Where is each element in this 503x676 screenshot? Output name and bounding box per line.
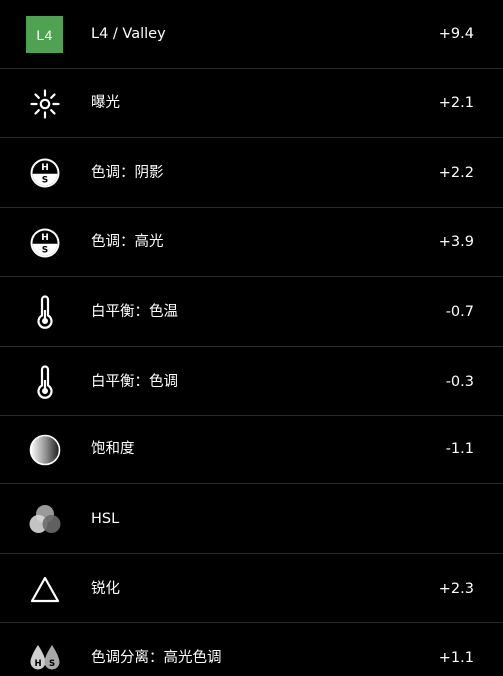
- row-split-toning-highlights[interactable]: H S 色调分离：高光色调 +1.1: [0, 623, 503, 676]
- row-label: 色调：阴影: [91, 165, 164, 181]
- preset-badge: L4: [26, 16, 63, 53]
- row-white-balance-temperature[interactable]: 白平衡：色温 -0.7: [0, 277, 503, 346]
- row-value: +9.4: [438, 26, 474, 42]
- svg-text:S: S: [48, 659, 54, 669]
- saturation-gradient-icon: [26, 431, 63, 468]
- row-label: 色调：高光: [91, 234, 164, 250]
- row-white-balance-tint[interactable]: 白平衡：色调 -0.3: [0, 347, 503, 415]
- row-hsl[interactable]: HSL: [0, 484, 503, 553]
- row-value: +3.9: [438, 234, 474, 250]
- row-value: +2.2: [438, 165, 474, 181]
- triangle-icon: [26, 570, 63, 607]
- row-label: 白平衡：色调: [91, 374, 178, 390]
- row-label: 色调分离：高光色调: [91, 650, 222, 666]
- row-value: +1.1: [438, 650, 474, 666]
- row-label: 曝光: [91, 95, 120, 111]
- row-value: +2.3: [438, 581, 474, 597]
- row-value: -0.3: [445, 374, 474, 390]
- split-tone-drops-icon: H S: [26, 639, 63, 676]
- row-value: +2.1: [438, 95, 474, 111]
- row-label: L4 / Valley: [91, 26, 166, 42]
- svg-text:H: H: [41, 233, 49, 243]
- row-sharpen[interactable]: 锐化 +2.3: [0, 554, 503, 622]
- row-label: 白平衡：色温: [91, 304, 178, 320]
- row-tone-highlights[interactable]: H S 色调：高光 +3.9: [0, 208, 503, 276]
- svg-text:S: S: [41, 245, 47, 255]
- row-label: 锐化: [91, 581, 120, 597]
- row-saturation[interactable]: 饱和度 -1.1: [0, 416, 503, 483]
- row-value: -1.1: [445, 441, 474, 457]
- hs-tone-icon: H S: [26, 224, 63, 261]
- row-tone-shadows[interactable]: H S 色调：阴影 +2.2: [0, 138, 503, 207]
- svg-text:S: S: [41, 175, 47, 185]
- thermometer-icon: [26, 363, 63, 400]
- svg-text:H: H: [34, 659, 41, 669]
- row-preset-l4-valley[interactable]: L4 L4 / Valley +9.4: [0, 0, 503, 68]
- row-value: -0.7: [445, 304, 474, 320]
- hs-tone-icon: H S: [26, 154, 63, 191]
- sun-icon: [26, 85, 63, 122]
- hsl-circles-icon: [26, 500, 63, 537]
- row-label: 饱和度: [91, 441, 135, 457]
- preset-badge-icon: L4: [26, 16, 63, 53]
- row-label: HSL: [91, 511, 120, 527]
- svg-text:H: H: [41, 163, 49, 173]
- adjustment-list: L4 L4 / Valley +9.4 曝光 +2.1 H S 色调：阴影 +2…: [0, 0, 503, 676]
- thermometer-icon: [26, 293, 63, 330]
- row-exposure[interactable]: 曝光 +2.1: [0, 69, 503, 137]
